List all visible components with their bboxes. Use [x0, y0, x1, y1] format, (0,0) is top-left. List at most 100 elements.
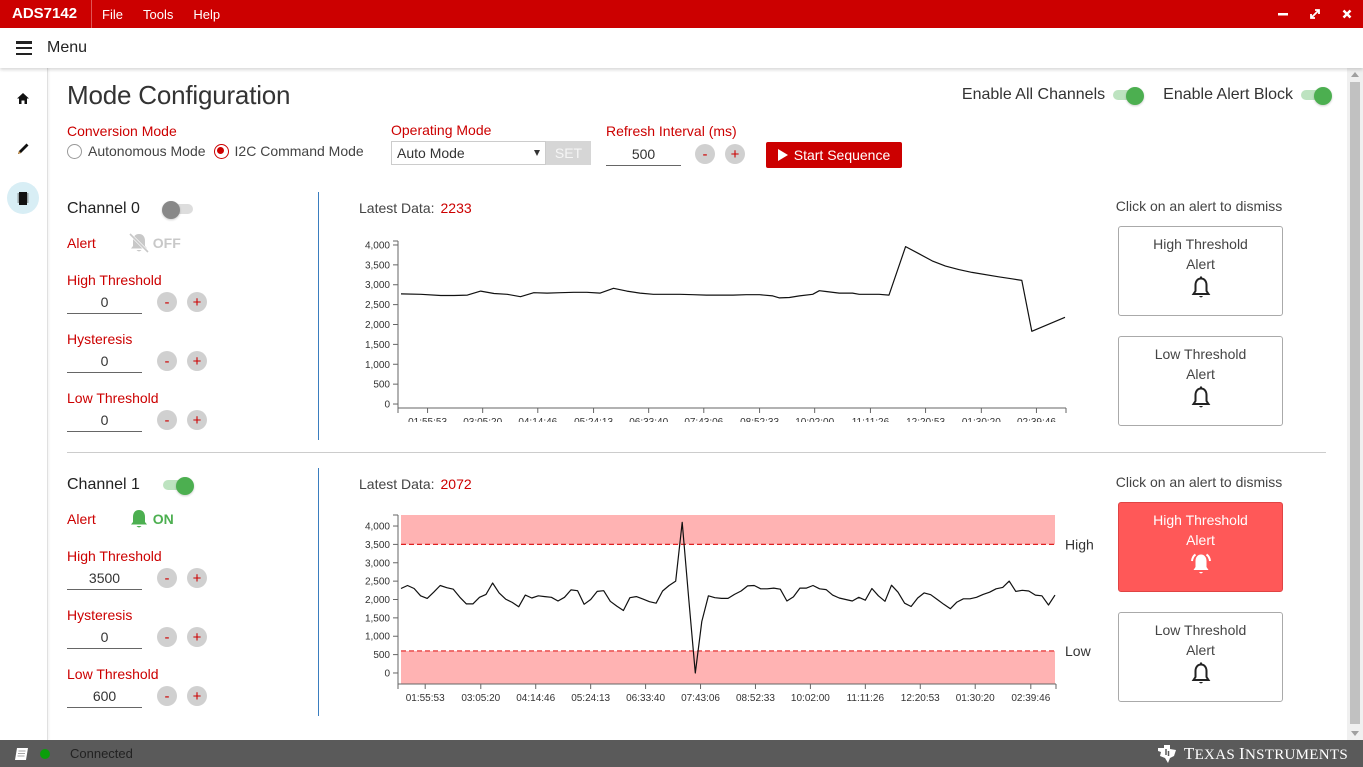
minimize-icon: [1278, 13, 1288, 16]
menu-help[interactable]: Help: [183, 7, 230, 22]
y-tick-label: 4,000: [365, 240, 390, 251]
hysteresis-input[interactable]: 0: [67, 625, 142, 649]
y-tick-label: 2,000: [365, 595, 390, 606]
low-threshold-label: Low: [1065, 643, 1092, 659]
channel-1-section: Channel 1 Alert ON High Threshold 3500 -…: [49, 468, 1347, 728]
x-tick-label: 01:30:20: [962, 417, 1001, 422]
low-threshold-input[interactable]: 600: [67, 684, 142, 708]
hysteresis-decrement[interactable]: -: [157, 351, 177, 371]
channel-0-chart: 0 500 1,000 1,500 2,000 2,500 3,000 3,500 4,000 0…: [365, 240, 1067, 422]
high-threshold-increment[interactable]: +: [187, 292, 207, 312]
home-icon: [17, 92, 29, 104]
y-tick-label: 3,000: [365, 558, 390, 569]
y-tick-label: 3,500: [365, 260, 390, 271]
nav-home[interactable]: [7, 82, 39, 114]
scroll-up-arrow-icon[interactable]: [1351, 72, 1359, 77]
refresh-decrement-button[interactable]: -: [695, 144, 715, 164]
low-threshold-decrement[interactable]: -: [157, 410, 177, 430]
high-threshold-increment[interactable]: +: [187, 568, 207, 588]
high-threshold-alert-card[interactable]: High Threshold Alert: [1118, 226, 1283, 316]
latest-data-value: 2233: [440, 200, 472, 216]
x-tick-label: 01:55:53: [406, 693, 445, 704]
y-tick-label: 2,500: [365, 300, 390, 311]
menu-file[interactable]: File: [92, 7, 133, 22]
bell-on-icon: [130, 510, 147, 528]
vertical-scrollbar[interactable]: [1347, 68, 1363, 740]
dropdown-caret-icon: [534, 150, 540, 156]
menu-tools[interactable]: Tools: [133, 7, 183, 22]
x-tick-label: 02:39:46: [1017, 417, 1056, 422]
nav-edit[interactable]: [7, 132, 39, 164]
x-tick-label: 01:55:53: [408, 417, 447, 422]
low-threshold-increment[interactable]: +: [187, 410, 207, 430]
alert-card-line2: Alert: [1186, 532, 1215, 548]
alert-toggle[interactable]: ON: [128, 508, 174, 530]
latest-data-value: 2072: [440, 476, 472, 492]
radio-button[interactable]: [67, 143, 82, 159]
maximize-button[interactable]: [1299, 0, 1331, 28]
refresh-increment-button[interactable]: +: [725, 144, 745, 164]
operating-mode-select[interactable]: Auto Mode: [391, 141, 546, 165]
hysteresis-increment[interactable]: +: [187, 351, 207, 371]
hysteresis-decrement[interactable]: -: [157, 627, 177, 647]
side-nav: [0, 68, 48, 740]
y-tick-label: 4,000: [365, 522, 390, 533]
x-tick-label: 04:14:46: [516, 693, 555, 704]
high-threshold-decrement[interactable]: -: [157, 292, 177, 312]
hamburger-icon[interactable]: [16, 41, 32, 55]
bell-off-icon: [128, 232, 149, 254]
y-tick-label: 1,500: [365, 340, 390, 351]
radio-label: Autonomous Mode: [88, 143, 206, 159]
enable-alert-block-label: Enable Alert Block: [1163, 86, 1293, 103]
set-button[interactable]: SET: [546, 141, 591, 165]
channel-divider: [318, 468, 319, 716]
low-threshold-alert-card[interactable]: Low Threshold Alert: [1118, 336, 1283, 426]
channel-1-toggle[interactable]: [163, 477, 194, 495]
low-threshold-decrement[interactable]: -: [157, 686, 177, 706]
play-icon: [777, 149, 788, 161]
high-threshold-input[interactable]: 0: [67, 290, 142, 314]
alert-card-line1: Low Threshold: [1154, 622, 1247, 638]
ti-logo-icon: [1157, 744, 1176, 763]
alert-toggle[interactable]: OFF: [128, 232, 181, 254]
alert-hint: Click on an alert to dismiss: [1115, 198, 1283, 214]
y-tick-label: 2,500: [365, 577, 390, 588]
x-tick-label: 05:24:13: [571, 693, 610, 704]
y-tick-label: 2,000: [365, 320, 390, 331]
low-threshold-increment[interactable]: +: [187, 686, 207, 706]
alert-card-line1: Low Threshold: [1154, 346, 1247, 362]
status-bar: Connected TEXAS INSTRUMENTS: [0, 740, 1363, 767]
nav-device[interactable]: [7, 182, 39, 214]
book-icon[interactable]: [14, 747, 30, 761]
bell-icon: [1191, 276, 1210, 298]
hysteresis-increment[interactable]: +: [187, 627, 207, 647]
radio-autonomous-mode[interactable]: Autonomous Mode: [67, 143, 206, 159]
latest-data-label: Latest Data:: [359, 476, 435, 492]
menu-label[interactable]: Menu: [47, 39, 87, 57]
close-button[interactable]: [1331, 0, 1363, 28]
refresh-interval-input[interactable]: 500: [606, 142, 681, 166]
enable-alert-block-toggle[interactable]: [1301, 87, 1332, 105]
enable-all-channels-toggle[interactable]: [1113, 87, 1145, 105]
scroll-thumb[interactable]: [1350, 82, 1360, 724]
high-threshold-decrement[interactable]: -: [157, 568, 177, 588]
high-threshold-input[interactable]: 3500: [67, 566, 142, 590]
y-tick-label: 500: [373, 650, 390, 661]
alert-label: Alert: [67, 511, 96, 527]
scroll-down-arrow-icon[interactable]: [1351, 731, 1359, 736]
low-threshold-label: Low Threshold: [67, 666, 159, 682]
operating-mode-label: Operating Mode: [391, 122, 492, 138]
radio-button-checked[interactable]: [213, 143, 229, 159]
radio-i2c-command-mode[interactable]: I2C Command Mode: [213, 143, 364, 159]
low-threshold-input[interactable]: 0: [67, 408, 142, 432]
y-tick-label: 0: [384, 668, 390, 679]
minimize-button[interactable]: [1267, 0, 1299, 28]
alert-label: Alert: [67, 235, 96, 251]
channel-title: Channel 0: [67, 200, 140, 217]
bell-icon: [1191, 662, 1210, 684]
low-threshold-alert-card[interactable]: Low Threshold Alert: [1118, 612, 1283, 702]
hysteresis-input[interactable]: 0: [67, 349, 142, 373]
channel-0-toggle[interactable]: [162, 201, 193, 219]
start-sequence-button[interactable]: Start Sequence: [766, 142, 902, 168]
high-threshold-alert-card[interactable]: High Threshold Alert: [1118, 502, 1283, 592]
